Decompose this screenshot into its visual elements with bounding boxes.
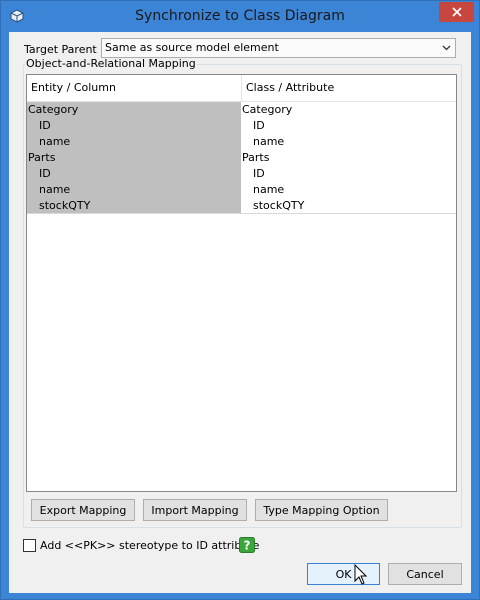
type-mapping-option-button[interactable]: Type Mapping Option	[255, 499, 388, 521]
target-parent-select[interactable]: Same as source model element	[101, 38, 456, 58]
entity-cell: ID	[27, 166, 241, 182]
entity-cell: Category	[27, 102, 241, 118]
table-row[interactable]: Category Category	[27, 102, 456, 118]
dialog-body: Target Parent : Same as source model ele…	[9, 32, 471, 593]
class-cell[interactable]: Parts	[241, 150, 456, 166]
table-row[interactable]: Parts Parts	[27, 150, 456, 166]
table-row[interactable]: ID ID	[27, 118, 456, 134]
pk-stereotype-label[interactable]: Add <<PK>> stereotype to ID attribute	[40, 538, 259, 553]
entity-cell: Parts	[27, 150, 241, 166]
entity-cell: name	[27, 134, 241, 150]
mouse-cursor-icon	[354, 564, 368, 585]
cancel-button[interactable]: Cancel	[388, 563, 462, 585]
table-row[interactable]: name name	[27, 182, 456, 198]
export-mapping-button[interactable]: Export Mapping	[31, 499, 135, 521]
window-title: Synchronize to Class Diagram	[135, 8, 345, 24]
help-icon[interactable]: ?	[239, 537, 255, 553]
entity-cell: stockQTY	[27, 198, 241, 214]
class-cell[interactable]: Category	[241, 102, 456, 118]
ok-button[interactable]: OK	[307, 563, 380, 585]
class-cell[interactable]: name	[241, 182, 456, 198]
entity-cell: ID	[27, 118, 241, 134]
chevron-down-icon	[442, 45, 451, 51]
close-button[interactable]	[439, 2, 474, 22]
table-row[interactable]: ID ID	[27, 166, 456, 182]
table-row[interactable]: name name	[27, 134, 456, 150]
close-icon	[451, 7, 462, 17]
mapping-table: Entity / Column Class / Attribute Catego…	[26, 74, 457, 492]
table-row[interactable]: stockQTY stockQTY	[27, 198, 456, 214]
class-cell[interactable]: ID	[241, 166, 456, 182]
svg-text:?: ?	[244, 539, 251, 553]
title-bar[interactable]: Synchronize to Class Diagram	[1, 1, 479, 32]
entity-cell: name	[27, 182, 241, 198]
dialog-window: Synchronize to Class Diagram Target Pare…	[0, 0, 480, 600]
row-divider	[27, 213, 456, 214]
import-mapping-button[interactable]: Import Mapping	[143, 499, 247, 521]
target-parent-value: Same as source model element	[105, 41, 279, 54]
table-header: Entity / Column Class / Attribute	[27, 75, 456, 102]
class-cell[interactable]: ID	[241, 118, 456, 134]
class-cell[interactable]: name	[241, 134, 456, 150]
pk-stereotype-checkbox[interactable]	[23, 539, 36, 552]
mapping-group-label: Object-and-Relational Mapping	[25, 57, 197, 70]
class-cell[interactable]: stockQTY	[241, 198, 456, 214]
column-header-class[interactable]: Class / Attribute	[242, 75, 456, 101]
column-header-entity[interactable]: Entity / Column	[27, 75, 242, 101]
